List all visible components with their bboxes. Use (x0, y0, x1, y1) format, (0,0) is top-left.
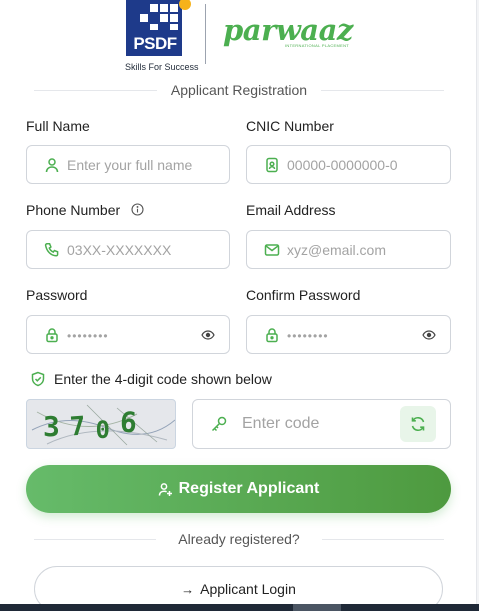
password-input[interactable] (67, 316, 201, 353)
already-registered-divider: Already registered? (34, 530, 444, 548)
register-applicant-button[interactable]: Register Applicant (26, 465, 451, 513)
password-field[interactable] (26, 315, 230, 354)
divider-line (34, 89, 157, 91)
shield-icon (31, 371, 45, 387)
registration-card: PSDF Skills For Success parwaaz INTERNAT… (0, 0, 477, 611)
eye-icon[interactable] (422, 328, 436, 342)
info-icon[interactable] (131, 203, 144, 216)
captcha-refresh-button[interactable] (400, 406, 436, 442)
envelope-icon (264, 243, 280, 256)
section-heading: Applicant Registration (34, 80, 444, 100)
taskbar-strip (0, 604, 479, 611)
captcha-digit: 7 (68, 411, 87, 443)
full-name-input[interactable] (67, 146, 229, 183)
captcha-code-field[interactable] (192, 399, 451, 449)
cnic-label: CNIC Number (246, 118, 334, 134)
cnic-input[interactable] (287, 146, 450, 183)
psdf-logo-dot (179, 0, 191, 10)
divider-line (321, 538, 444, 540)
id-card-icon (266, 157, 278, 172)
divider-line (34, 538, 157, 540)
full-name-label: Full Name (26, 118, 90, 134)
lock-icon (266, 327, 278, 342)
phone-label: Phone Number (26, 202, 121, 218)
password-label: Password (26, 287, 88, 303)
already-registered-text: Already registered? (178, 531, 300, 547)
psdf-tagline: Skills For Success (125, 62, 199, 72)
captcha-digit: 6 (119, 405, 138, 440)
psdf-logo: PSDF Skills For Success (125, 0, 199, 74)
email-field[interactable] (246, 230, 451, 269)
key-icon (211, 416, 227, 432)
psdf-logo-mark: PSDF (126, 0, 182, 56)
captcha-image: 3 7 0 6 (26, 399, 176, 449)
email-label: Email Address (246, 202, 336, 218)
section-title: Applicant Registration (170, 82, 308, 98)
register-applicant-label: Register Applicant (178, 480, 320, 497)
captcha-instruction: Enter the 4-digit code shown below (30, 371, 272, 387)
parwaaz-logo-subtext: INTERNATIONAL PLACEMENT (285, 43, 350, 48)
logo-divider (205, 4, 206, 64)
email-input[interactable] (287, 231, 450, 268)
phone-icon (44, 242, 59, 257)
applicant-login-label: Applicant Login (200, 581, 296, 597)
arrow-right-icon: → (181, 581, 195, 597)
captcha-instruction-text: Enter the 4-digit code shown below (54, 371, 272, 387)
lock-icon (46, 327, 58, 342)
parwaaz-logo: parwaaz INTERNATIONAL PLACEMENT (223, 12, 353, 52)
captcha-digit: 0 (95, 416, 110, 444)
captcha-code-input[interactable] (242, 415, 400, 433)
divider-line (321, 89, 444, 91)
phone-field[interactable] (26, 230, 230, 269)
captcha-digits: 3 7 0 6 (43, 405, 138, 444)
eye-icon[interactable] (201, 328, 215, 342)
user-icon (45, 157, 59, 172)
captcha-digit: 3 (43, 410, 60, 443)
refresh-icon (411, 416, 425, 432)
confirm-password-input[interactable] (287, 316, 422, 353)
confirm-password-label: Confirm Password (246, 287, 361, 303)
cnic-field[interactable] (246, 145, 451, 184)
full-name-field[interactable] (26, 145, 230, 184)
phone-input[interactable] (67, 231, 229, 268)
confirm-password-field[interactable] (246, 315, 451, 354)
scroll-thumb[interactable] (293, 604, 341, 611)
user-plus-icon (158, 482, 172, 496)
psdf-logo-text: PSDF (133, 34, 177, 53)
